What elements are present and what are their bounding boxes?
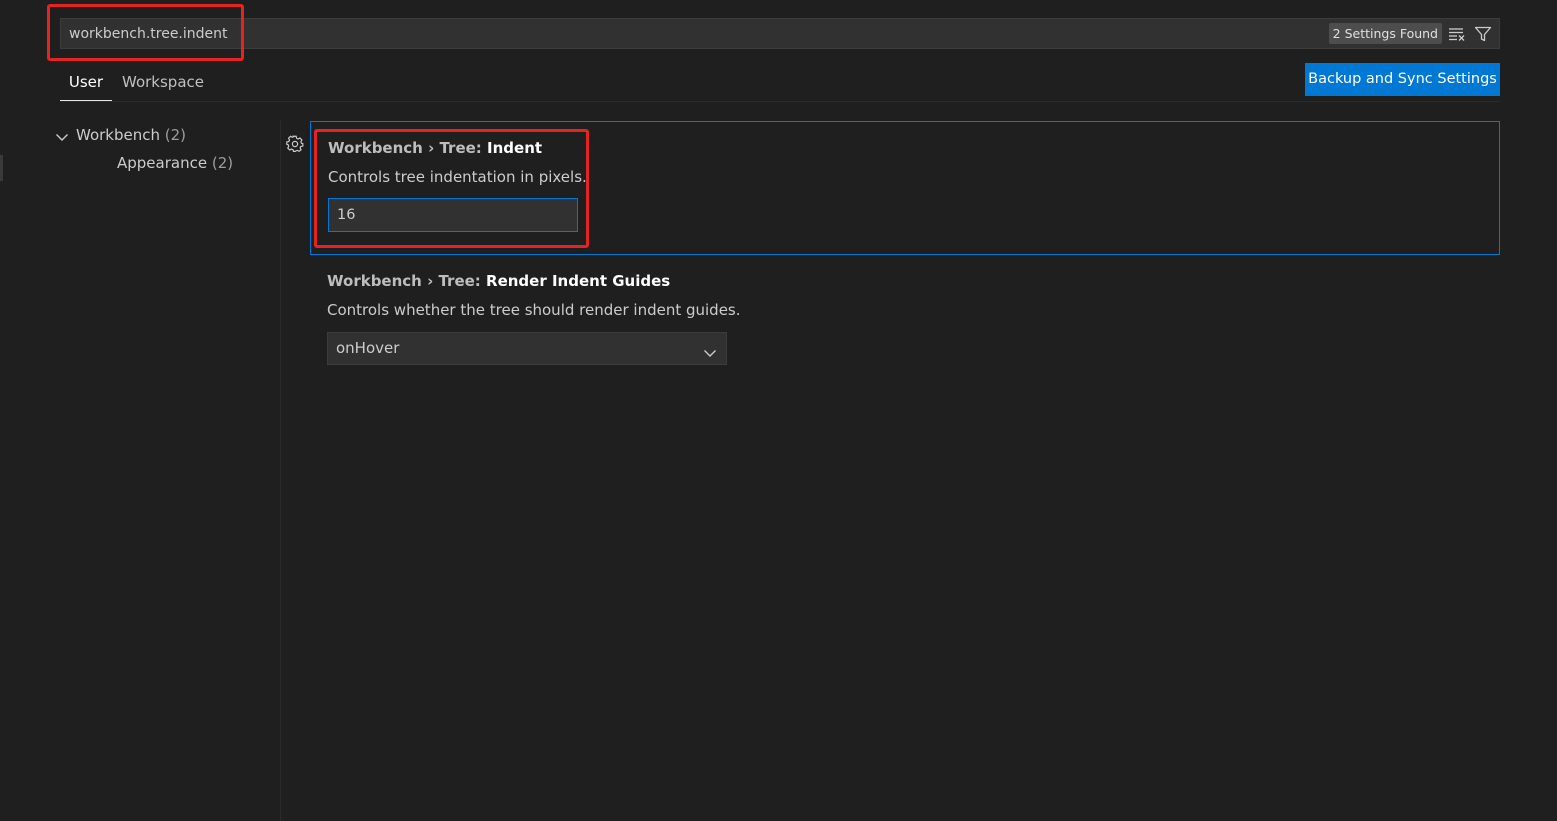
setting-title: Workbench › Tree: Indent	[328, 137, 542, 159]
chevron-down-icon	[702, 341, 718, 357]
render-indent-guides-select[interactable]: onHover	[327, 332, 727, 365]
backup-and-sync-button[interactable]: Backup and Sync Settings	[1305, 63, 1500, 96]
toc-item-count: (2)	[211, 154, 234, 172]
setting-title: Workbench › Tree: Render Indent Guides	[327, 270, 670, 292]
filter-icon[interactable]	[1473, 24, 1493, 44]
setting-name: Render Indent Guides	[486, 272, 671, 290]
toc-divider	[280, 120, 281, 821]
settings-search-input[interactable]	[69, 23, 969, 45]
tabs-divider	[60, 101, 1500, 102]
toc-item-appearance[interactable]: Appearance (2)	[117, 150, 233, 176]
setting-tree-indent: Workbench › Tree: Indent Controls tree i…	[310, 121, 1500, 255]
select-value: onHover	[336, 339, 400, 357]
toc-item-count: (2)	[164, 126, 187, 144]
settings-search-bar: 2 Settings Found	[60, 18, 1500, 49]
setting-category: Workbench › Tree:	[327, 272, 487, 290]
activity-edge	[0, 155, 3, 181]
setting-category: Workbench › Tree:	[328, 139, 488, 157]
setting-description: Controls tree indentation in pixels.	[328, 168, 587, 186]
toc-item-workbench[interactable]: Workbench (2)	[56, 122, 187, 148]
tab-workspace[interactable]: Workspace	[122, 64, 204, 100]
results-count-badge: 2 Settings Found	[1328, 23, 1442, 44]
setting-name: Indent	[487, 139, 543, 157]
clear-filter-icon[interactable]	[1447, 24, 1467, 44]
toc-item-label: Appearance	[117, 154, 208, 172]
setting-render-indent-guides: Workbench › Tree: Render Indent Guides C…	[310, 255, 1500, 385]
tree-indent-input[interactable]	[328, 198, 578, 232]
gear-icon[interactable]	[286, 135, 304, 153]
settings-editor: 2 Settings Found User Workspace	[0, 0, 1557, 821]
chevron-down-icon	[54, 127, 70, 143]
toc-item-label: Workbench	[76, 126, 160, 144]
setting-description: Controls whether the tree should render …	[327, 301, 741, 319]
tab-user[interactable]: User	[60, 64, 112, 101]
